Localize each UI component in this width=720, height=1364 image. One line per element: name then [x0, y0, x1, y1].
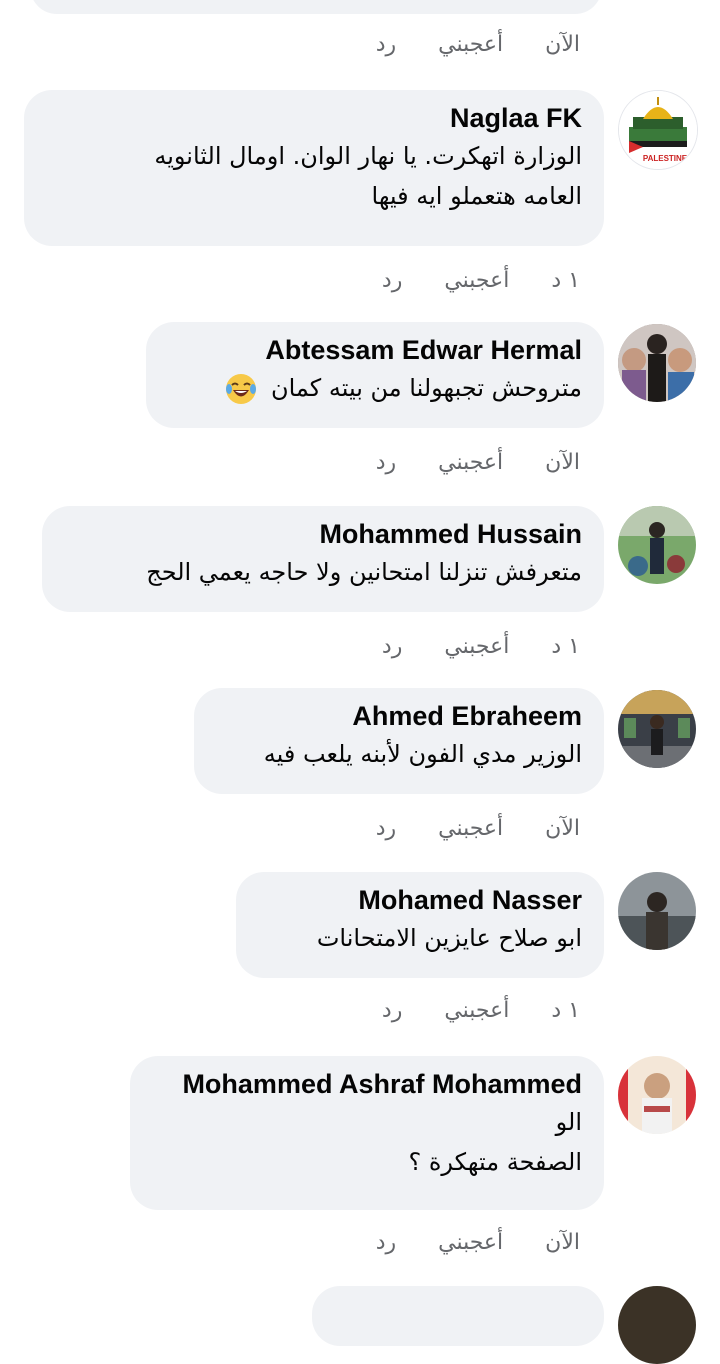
reply-link[interactable]: رد	[376, 816, 396, 841]
comment-text-line: الوزير مدي الفون لأبنه يلعب فيه	[263, 740, 582, 768]
comment-text-line: متروحش تجبهولنا من بيته كمان	[270, 374, 582, 402]
comment-author[interactable]: Mohammed Ashraf Mohammed	[152, 1066, 582, 1102]
comment-text-line: الو	[555, 1108, 582, 1136]
like-link[interactable]: أعجبني	[444, 634, 509, 659]
comment-bubble-partial-bottom	[312, 1286, 604, 1346]
like-link[interactable]: أعجبني	[444, 998, 509, 1023]
comment-actions: ١ د أعجبني رد	[382, 260, 580, 300]
comment-bubble: Abtessam Edwar Hermal متروحش تجبهولنا من…	[146, 322, 604, 428]
comment-actions: الآن أعجبني رد	[376, 442, 580, 482]
person-avatar-icon	[618, 872, 696, 950]
reply-link[interactable]: رد	[382, 634, 402, 659]
comment-bubble: Mohamed Nasser ابو صلاح عايزين الامتحانا…	[236, 872, 604, 978]
comment-time: ١ د	[551, 997, 580, 1023]
avatar[interactable]: PALESTINE	[618, 90, 698, 170]
like-link[interactable]: أعجبني	[438, 1230, 503, 1255]
comment-author[interactable]: Mohamed Nasser	[258, 882, 582, 918]
reply-link[interactable]: رد	[376, 32, 396, 57]
like-link[interactable]: أعجبني	[438, 32, 503, 57]
comment-time: الآن	[545, 815, 580, 841]
comment-actions: الآن أعجبني رد	[376, 808, 580, 848]
comment-bubble-partial-top	[30, 0, 602, 14]
avatar[interactable]	[618, 690, 696, 768]
comment-text-line: ابو صلاح عايزين الامتحانات	[316, 924, 582, 952]
comment-bubble: Ahmed Ebraheem الوزير مدي الفون لأبنه يل…	[194, 688, 604, 794]
child-avatar-icon	[618, 1056, 696, 1134]
comment-bubble: Mohammed Hussain متعرفش تنزلنا امتحانين …	[42, 506, 604, 612]
comment-time: ١ د	[551, 267, 580, 293]
comment-bubble: Mohammed Ashraf Mohammed الو الصفحة متهك…	[130, 1056, 604, 1210]
comment-text-line: الوزارة اتهكرت. يا نهار الوان. اومال الث…	[154, 142, 582, 170]
comment-text: متروحش تجبهولنا من بيته كمان	[168, 368, 582, 408]
comment-text-line: الصفحة متهكرة ؟	[408, 1148, 582, 1176]
comment-text-line: متعرفش تنزلنا امتحانين ولا حاجه يعمي الح…	[146, 558, 582, 586]
comment-author[interactable]: Ahmed Ebraheem	[216, 698, 582, 734]
outdoor-avatar-icon	[618, 506, 696, 584]
comment-actions: ١ د أعجبني رد	[382, 990, 580, 1030]
reply-link[interactable]: رد	[382, 268, 402, 293]
comment-time: الآن	[545, 31, 580, 57]
svg-text:PALESTINE: PALESTINE	[643, 154, 688, 163]
like-link[interactable]: أعجبني	[444, 268, 509, 293]
laughing-crying-face-icon	[226, 374, 257, 404]
reply-link[interactable]: رد	[376, 1230, 396, 1255]
avatar-partial[interactable]	[618, 1286, 696, 1364]
comment-text-line: العامه هتعملو ايه فيها	[371, 182, 582, 210]
reply-link[interactable]: رد	[382, 998, 402, 1023]
comment-time: الآن	[545, 449, 580, 475]
reply-link[interactable]: رد	[376, 450, 396, 475]
comment-author[interactable]: Abtessam Edwar Hermal	[168, 332, 582, 368]
avatar[interactable]	[618, 324, 696, 402]
like-link[interactable]: أعجبني	[438, 450, 503, 475]
comment-author[interactable]: Naglaa FK	[46, 100, 582, 136]
comment-time: ١ د	[551, 633, 580, 659]
comment-actions: الآن أعجبني رد	[376, 1222, 580, 1262]
comment-actions-top: الآن أعجبني رد	[376, 24, 580, 64]
comment-time: الآن	[545, 1229, 580, 1255]
palestine-avatar-icon: PALESTINE	[619, 91, 697, 169]
avatar[interactable]	[618, 872, 696, 950]
like-link[interactable]: أعجبني	[438, 816, 503, 841]
building-avatar-icon	[618, 690, 696, 768]
avatar[interactable]	[618, 506, 696, 584]
people-avatar-icon	[618, 324, 696, 402]
comment-bubble: Naglaa FK الوزارة اتهكرت. يا نهار الوان.…	[24, 90, 604, 246]
comment-author[interactable]: Mohammed Hussain	[64, 516, 582, 552]
avatar[interactable]	[618, 1056, 696, 1134]
comment-actions: ١ د أعجبني رد	[382, 626, 580, 666]
